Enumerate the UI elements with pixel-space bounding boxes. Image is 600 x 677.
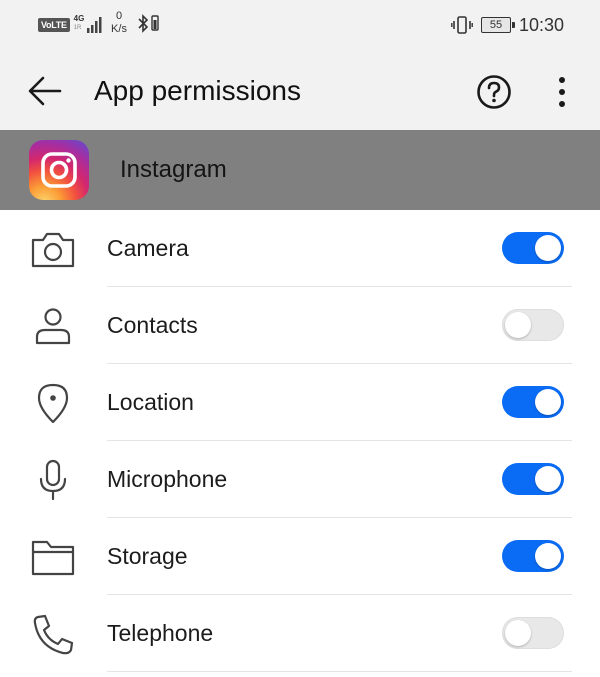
contacts-toggle[interactable] <box>502 309 564 341</box>
location-toggle[interactable] <box>502 386 564 418</box>
phone-icon <box>33 614 74 655</box>
permission-row-location[interactable]: Location <box>0 364 600 441</box>
status-right: 55 10:30 <box>451 12 564 38</box>
app-header: Instagram <box>0 130 600 210</box>
permission-label: Microphone <box>107 466 228 492</box>
microphone-toggle[interactable] <box>502 463 564 495</box>
permission-list: Camera Contacts Location Microphone Stor… <box>0 210 600 672</box>
app-name: Instagram <box>120 156 227 183</box>
divider <box>107 671 572 672</box>
status-left: VoLTE 4G 1R <box>38 12 104 38</box>
permission-row-camera[interactable]: Camera <box>0 210 600 287</box>
toggle-knob <box>505 620 531 646</box>
permission-label: Telephone <box>107 620 214 646</box>
page-title: App permissions <box>94 75 301 106</box>
volte-badge: VoLTE <box>38 18 70 32</box>
permission-row-storage[interactable]: Storage <box>0 518 600 595</box>
permission-label: Location <box>107 389 194 415</box>
network-indicator: 4G 1R <box>74 14 104 36</box>
camera-icon <box>31 232 75 268</box>
permission-row-microphone[interactable]: Microphone <box>0 441 600 518</box>
more-vert-icon[interactable] <box>552 74 572 110</box>
clock: 10:30 <box>518 14 564 35</box>
storage-toggle[interactable] <box>502 540 564 572</box>
instagram-glyph-icon <box>41 152 77 188</box>
bluetooth-battery-icon <box>138 14 159 33</box>
toggle-knob <box>505 312 531 338</box>
location-pin-icon <box>37 383 69 424</box>
folder-icon <box>31 540 75 576</box>
camera-toggle[interactable] <box>502 232 564 264</box>
permission-label: Camera <box>107 235 189 261</box>
permission-row-telephone[interactable]: Telephone <box>0 595 600 672</box>
instagram-icon <box>29 140 89 200</box>
permission-label: Storage <box>107 543 188 569</box>
network-sub: 1R <box>73 25 82 31</box>
microphone-icon <box>39 459 67 501</box>
person-icon <box>35 308 71 345</box>
speed-unit: K/s <box>111 23 127 35</box>
status-bar: VoLTE 4G 1R 0 K/s 55 10:30 <box>0 0 600 52</box>
battery-icon: 55 <box>480 17 515 33</box>
app-bar: App permissions <box>0 52 600 130</box>
help-icon[interactable] <box>476 74 512 110</box>
speed-value: 0 <box>115 10 123 22</box>
network-speed: 0 K/s <box>105 10 133 36</box>
vibrate-icon <box>451 16 473 34</box>
telephone-toggle[interactable] <box>502 617 564 649</box>
permission-row-contacts[interactable]: Contacts <box>0 287 600 364</box>
toggle-knob <box>535 466 561 492</box>
toggle-knob <box>535 389 561 415</box>
toggle-knob <box>535 543 561 569</box>
permission-label: Contacts <box>107 312 198 338</box>
toggle-knob <box>535 235 561 261</box>
network-type: 4G <box>73 14 85 23</box>
back-arrow-icon[interactable] <box>26 74 64 108</box>
signal-icon <box>86 17 102 33</box>
